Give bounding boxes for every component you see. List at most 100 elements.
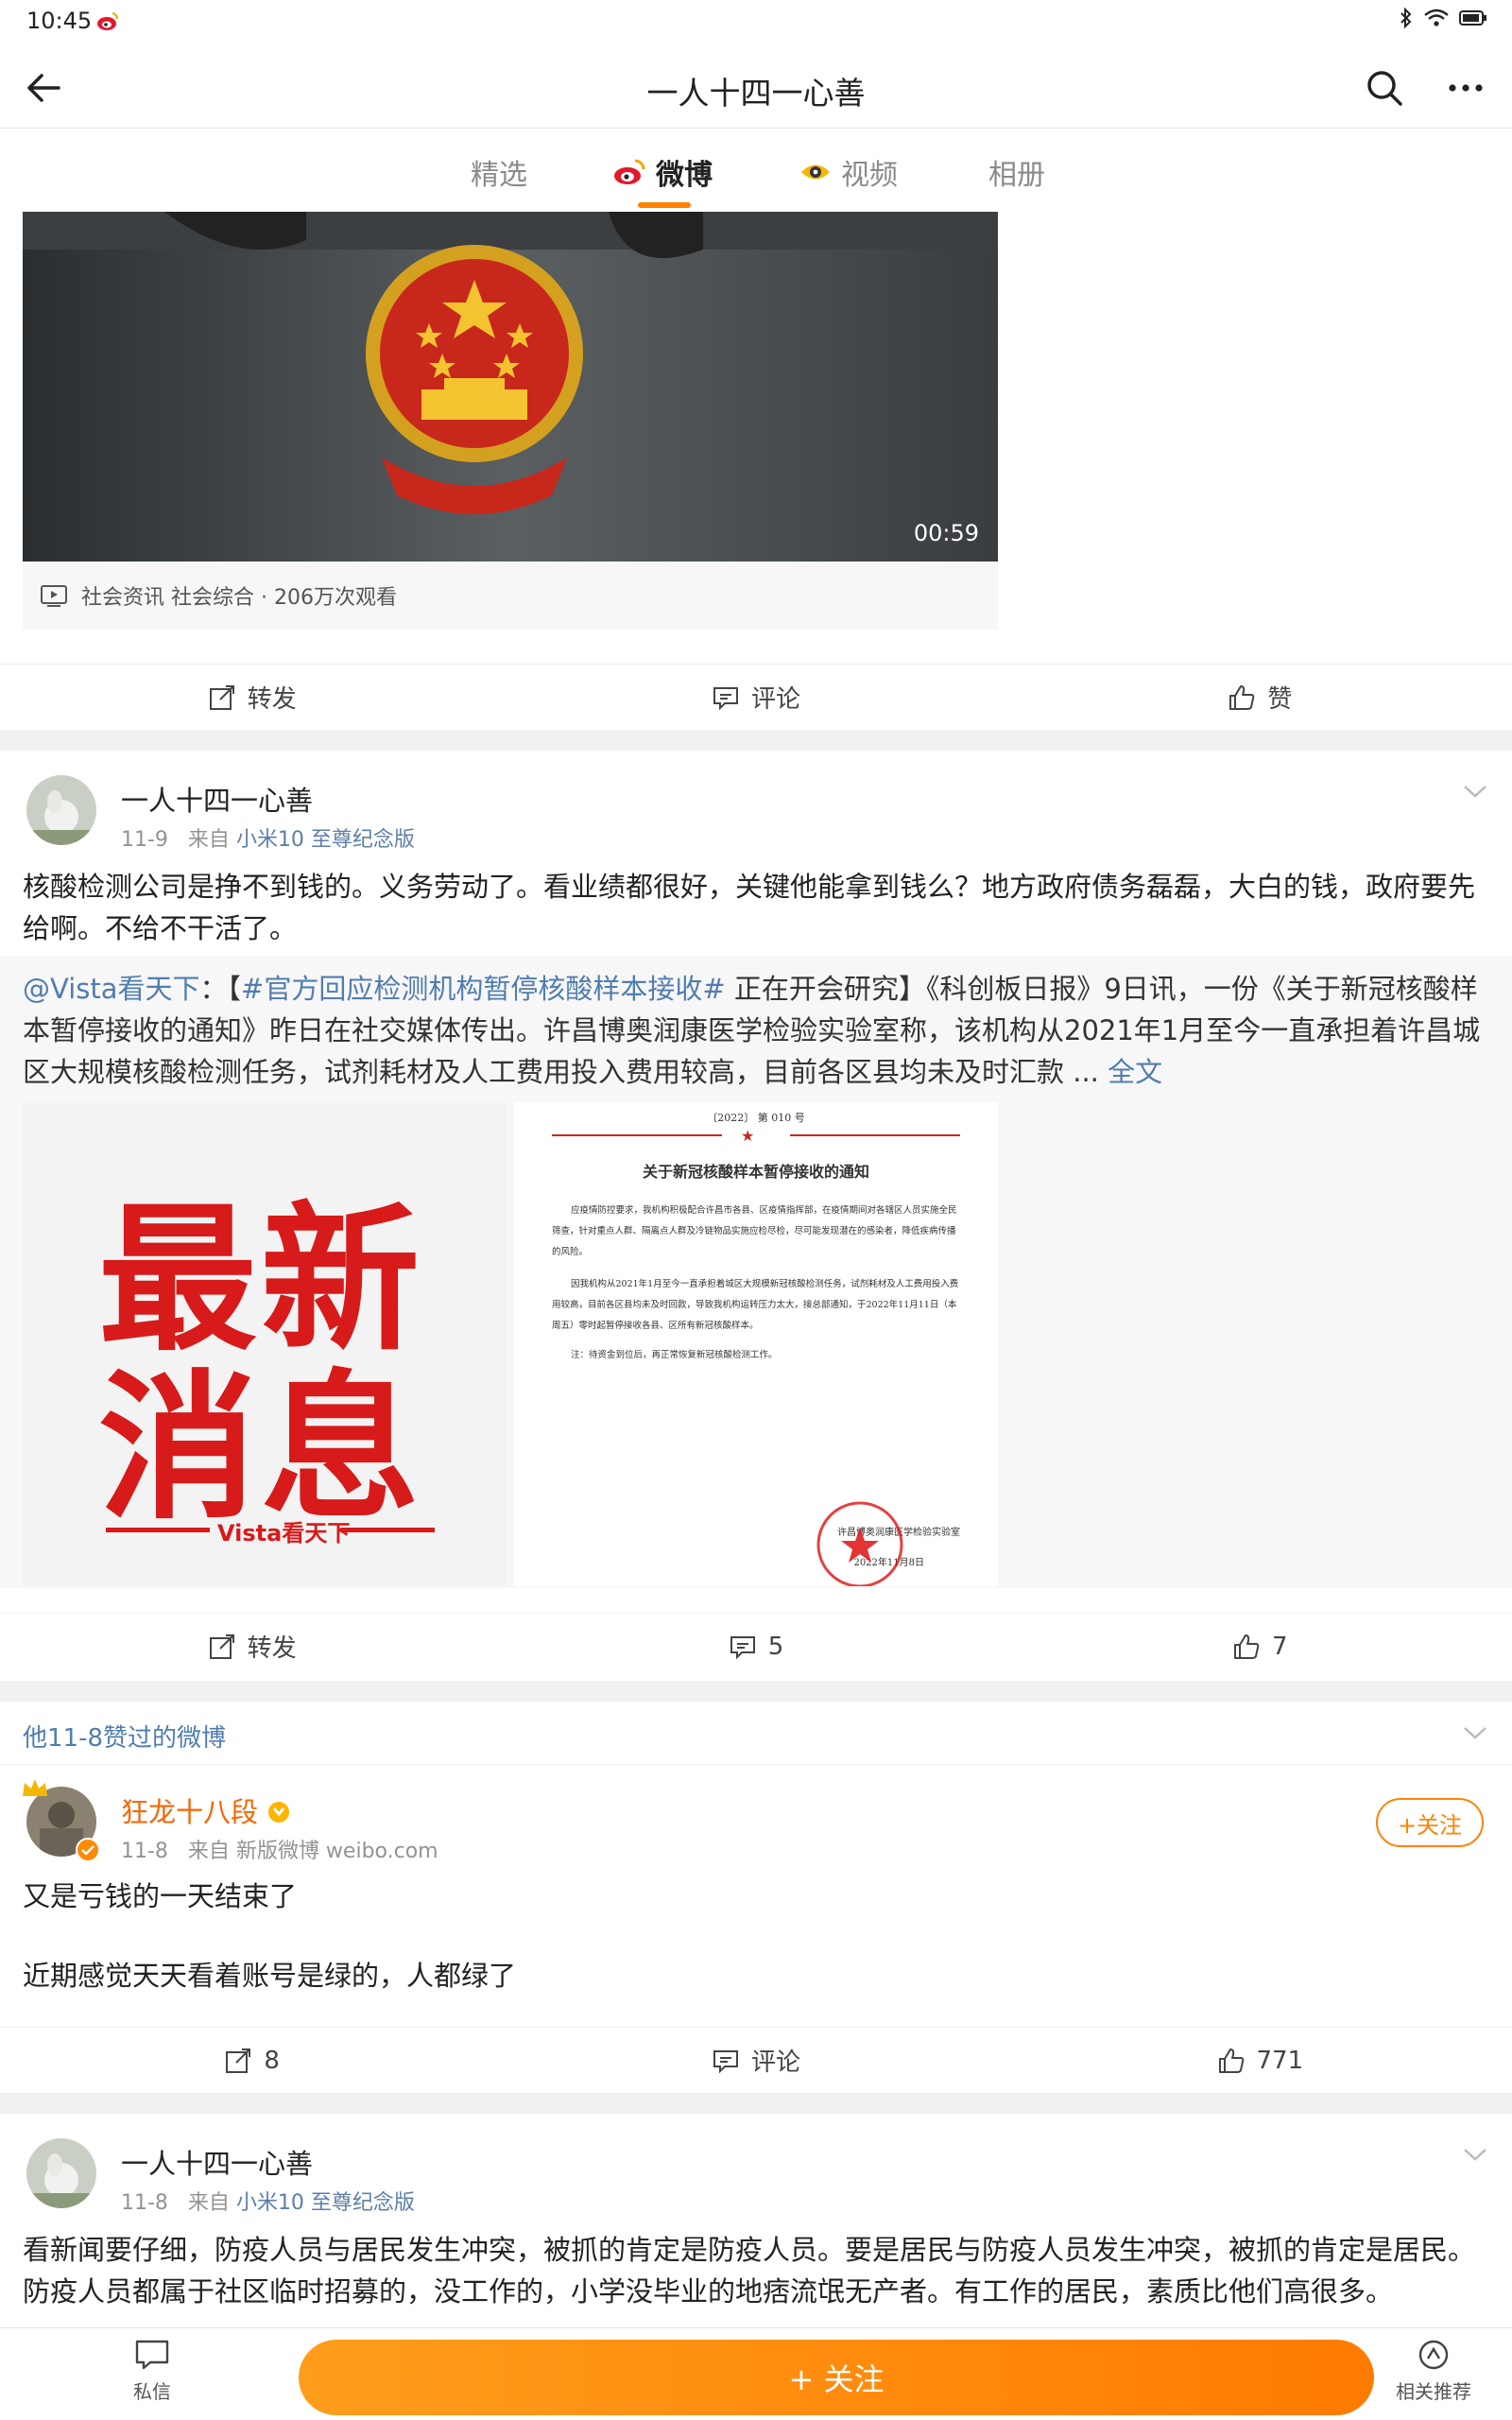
bottom-bar: 私信 + 关注 相关推荐	[0, 2327, 1512, 2420]
repost-text: @Vista看天下：【#官方回应检测机构暂停核酸样本接收# 正在开会研究】《科创…	[23, 968, 1487, 1093]
weibo-logo-icon	[614, 159, 645, 184]
search-icon[interactable]	[1361, 64, 1408, 112]
repost-author[interactable]: @Vista看天下	[23, 973, 200, 1005]
action-bar: 8 评论 771	[0, 2027, 1512, 2093]
source-prefix: 来自	[187, 828, 230, 852]
thumbs-up-icon	[1234, 1634, 1260, 1659]
post-text-line-2: 近期感觉天天看着账号是绿的，人都绿了	[23, 1960, 517, 1992]
repost-label: 转发	[247, 1634, 297, 1663]
like-label: 赞	[1267, 685, 1293, 714]
comment-icon	[713, 2049, 738, 2073]
comment-button[interactable]: 5	[504, 1614, 1007, 1679]
full-text-link[interactable]: 全文	[1108, 1056, 1162, 1088]
member-badge-icon	[268, 1802, 290, 1823]
like-button[interactable]: 7	[1008, 1614, 1512, 1679]
brand-line-left	[106, 1528, 210, 1532]
repost-button[interactable]: 8	[0, 2028, 504, 2093]
liked-section-header[interactable]: 他11-8赞过的微博	[23, 1719, 226, 1754]
document-image: 〔2022〕 第 010 号 ★ 关于新冠核酸样本暂停接收的通知 应疫情防控要求…	[514, 1102, 998, 1586]
like-button[interactable]: 赞	[1008, 665, 1512, 730]
comment-button[interactable]: 评论	[504, 2028, 1007, 2093]
post-card-4: 一人十四一心善 11-8 来自 小米10 至尊纪念版 看新闻要仔细，防疫人员与居…	[0, 2114, 1512, 2327]
repost-image-2[interactable]: 〔2022〕 第 010 号 ★ 关于新冠核酸样本暂停接收的通知 应疫情防控要求…	[514, 1102, 998, 1586]
battery-icon	[1459, 10, 1486, 26]
comment-label: 评论	[750, 685, 800, 714]
repost-block[interactable]: @Vista看天下：【#官方回应检测机构暂停核酸样本接收# 正在开会研究】《科创…	[0, 957, 1512, 1588]
comment-count: 5	[767, 1632, 784, 1661]
tab-label: 相册	[988, 159, 1045, 192]
repost-count: 8	[264, 2046, 280, 2075]
doc-header: 〔2022〕 第 010 号	[707, 1112, 805, 1124]
comment-button[interactable]: 评论	[504, 665, 1007, 730]
chevron-down-icon[interactable]	[1459, 1717, 1491, 1749]
more-icon[interactable]	[1442, 64, 1489, 112]
avatar[interactable]	[26, 775, 96, 845]
post-meta: 11-9 来自 小米10 至尊纪念版	[121, 822, 415, 853]
like-count: 771	[1256, 2046, 1304, 2075]
thumbs-up-icon	[1229, 684, 1255, 710]
post-date: 11-9	[121, 828, 168, 852]
post-card-2: 一人十四一心善 11-9 来自 小米10 至尊纪念版 核酸检测公司是挣不到钱的。…	[0, 751, 1512, 1681]
post-source[interactable]: 小米10 至尊纪念版	[236, 2191, 415, 2215]
tab-featured[interactable]: 精选	[471, 151, 527, 193]
repost-icon	[209, 1634, 234, 1659]
page-title: 一人十四一心善	[646, 75, 866, 112]
repost-sep: ：【	[199, 973, 242, 1005]
username[interactable]: 一人十四一心善	[121, 2142, 313, 2182]
doc-note: 注：待资金到位后，再正常恢复新冠核酸检测工作。	[571, 1350, 778, 1360]
doc-title: 关于新冠核酸样本暂停接收的通知	[642, 1163, 869, 1181]
post-date: 11-8	[121, 2191, 168, 2215]
post-text: 核酸检测公司是挣不到钱的。义务劳动了。看业绩都很好，关键他能拿到钱么？地方政府债…	[23, 871, 1476, 944]
video-duration: 00:59	[913, 520, 979, 546]
wifi-icon	[1424, 9, 1449, 26]
bluetooth-icon	[1400, 8, 1412, 28]
repost-icon	[209, 684, 234, 710]
tab-video[interactable]: 视频	[799, 151, 898, 193]
message-button[interactable]: 私信	[100, 2338, 204, 2404]
like-button[interactable]: 771	[1008, 2028, 1512, 2093]
post-source: 新版微博 weibo.com	[235, 1840, 438, 1863]
username[interactable]: 一人十四一心善	[121, 779, 313, 819]
post-source[interactable]: 小米10 至尊纪念版	[236, 828, 415, 852]
comment-icon	[713, 686, 738, 710]
post-date: 11-8	[121, 1840, 168, 1863]
post-card-video: 00:59 社会资讯 社会综合 · 206万次观看 转发 评论 赞	[0, 212, 1512, 730]
crown-icon	[23, 1779, 47, 1796]
post-meta: 11-8 来自 新版微博 weibo.com	[121, 1834, 438, 1864]
action-bar: 转发 5 7	[0, 1613, 1512, 1679]
brand-label: Vista看天下	[217, 1520, 351, 1547]
thumbs-up-icon	[1218, 2048, 1244, 2073]
brand-line-right	[340, 1528, 435, 1532]
video-meta: 社会资讯 社会综合 · 206万次观看	[23, 562, 998, 630]
repost-image-1[interactable]: 最新 消息 Vista看天下	[23, 1102, 507, 1586]
repost-topic[interactable]: #官方回应检测机构暂停核酸样本接收#	[241, 973, 726, 1005]
repost-button[interactable]: 转发	[0, 1614, 504, 1679]
avatar[interactable]	[26, 2138, 96, 2208]
post-text: 看新闻要仔细，防疫人员与居民发生冲突，被抓的肯定是防疫人员。要是居民与防疫人员发…	[23, 2234, 1476, 2308]
username[interactable]: 狂龙十八段	[121, 1790, 291, 1830]
official-seal-icon	[816, 1501, 903, 1586]
chevron-down-icon[interactable]	[1459, 2138, 1491, 2170]
doc-rule: ★	[552, 1125, 960, 1146]
action-bar: 转发 评论 赞	[0, 664, 1512, 730]
tab-label: 微博	[656, 159, 713, 192]
active-tab-indicator	[638, 202, 691, 208]
headline-image: 最新 消息 Vista看天下	[23, 1102, 507, 1586]
follow-main-button[interactable]: + 关注	[299, 2340, 1374, 2415]
video-thumbnail[interactable]: 00:59	[23, 212, 998, 562]
status-time: 10:45	[26, 8, 93, 34]
video-icon	[41, 585, 67, 607]
tab-album[interactable]: 相册	[988, 151, 1045, 193]
chevron-down-icon[interactable]	[1459, 775, 1491, 807]
video-meta-text: 社会资讯 社会综合 · 206万次观看	[81, 586, 397, 610]
like-count: 7	[1272, 1632, 1288, 1661]
related-button[interactable]: 相关推荐	[1382, 2338, 1486, 2404]
verified-badge-icon	[76, 1838, 100, 1862]
tab-weibo[interactable]: 微博	[612, 151, 713, 193]
follow-button[interactable]: +关注	[1376, 1798, 1484, 1847]
divider	[0, 1764, 1512, 1765]
repost-button[interactable]: 转发	[0, 665, 504, 730]
top-nav: 一人十四一心善	[0, 47, 1512, 129]
message-label: 私信	[133, 2380, 171, 2403]
status-icons	[1399, 8, 1487, 28]
